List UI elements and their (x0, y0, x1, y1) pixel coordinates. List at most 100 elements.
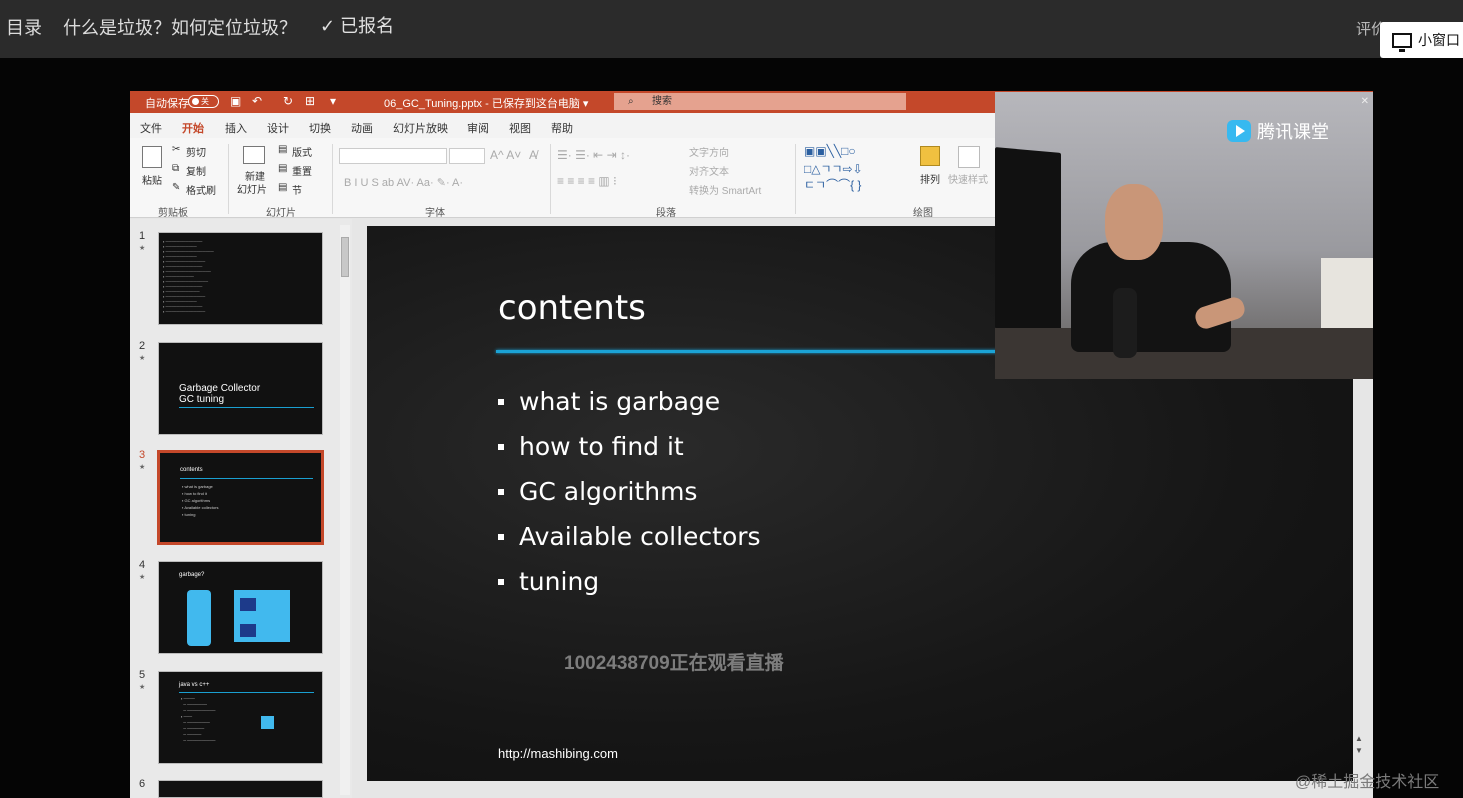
camera-books (1321, 258, 1373, 336)
divider (332, 144, 333, 214)
thumb-rule (180, 478, 313, 479)
smartart-button[interactable]: 转换为 SmartArt (689, 182, 761, 197)
thumb-bullet: Available collectors (184, 505, 219, 510)
slide-thumbnails-panel: 1 ★ ▪ ───────────── ▪ ─────────── ▪ ──────… (130, 219, 352, 798)
check-icon: ✓ (320, 16, 336, 36)
slide-thumbnail-2[interactable]: Garbage Collector GC tuning (158, 342, 323, 435)
file-name[interactable]: 06_GC_Tuning.pptx - 已保存到这台电脑 ▾ (384, 95, 588, 111)
new-slide-icon[interactable] (243, 146, 265, 164)
teacher-camera-feed[interactable]: 腾讯课堂 ✕ (995, 92, 1373, 379)
tab-slideshow[interactable]: 幻灯片放映 (393, 120, 448, 136)
course-top-bar: 目录 什么是垃圾？如何定位垃圾？ ✓ 已报名 评价 (0, 0, 1463, 58)
reset-icon[interactable]: ▤ (278, 163, 287, 174)
thumb-text-lines: ▪ ──── ─ ─────── ─ ────────── ▪ ─── ─ ───… (181, 696, 216, 743)
quick-styles-button[interactable]: 快速样式 (948, 171, 988, 186)
thumb-number: 1 (139, 230, 146, 242)
bullet-icon (498, 398, 504, 405)
catalog-link[interactable]: 目录 (6, 14, 42, 40)
slide-footer-url: http://mashibing.com (498, 746, 618, 761)
save-icon[interactable]: ▣ (230, 94, 241, 108)
slide-thumbnail-3[interactable]: contents ▪ what is garbage ▪ how to find… (157, 450, 324, 545)
format-painter-button[interactable]: 格式刷 (186, 182, 216, 197)
slide-thumbnail-4[interactable]: garbage? (158, 561, 323, 654)
tab-review[interactable]: 审阅 (467, 120, 489, 136)
registered-status: ✓ 已报名 (320, 12, 394, 38)
search-placeholder: 搜索 (652, 96, 672, 107)
copy-button[interactable]: 复制 (186, 163, 206, 178)
quick-styles-icon[interactable] (958, 146, 980, 168)
customize-icon[interactable]: ▾ (330, 94, 336, 108)
tab-home[interactable]: 开始 (182, 120, 204, 142)
slide-bullet-list: what is garbage how to find it GC algori… (498, 379, 761, 604)
bullet-text: GC algorithms (519, 477, 698, 506)
object-cell (240, 624, 256, 637)
slide-thumbnail-6[interactable] (158, 780, 323, 798)
tab-file[interactable]: 文件 (140, 120, 162, 136)
arrange-icon[interactable] (920, 146, 940, 166)
cut-icon[interactable]: ✂ (172, 144, 180, 155)
search-input[interactable]: ⌕ 搜索 (614, 93, 906, 110)
section-icon[interactable]: ▤ (278, 182, 287, 193)
paste-button[interactable]: 粘贴 (142, 172, 162, 187)
scroll-down-icon[interactable]: ▼ (1355, 746, 1363, 755)
shapes-gallery[interactable]: ▣▣╲╲□○ (804, 144, 856, 158)
font-style-icons[interactable]: B I U S ab AV· Aa· ✎· A· (344, 176, 463, 189)
scroll-up-icon[interactable]: ▲ (1355, 734, 1363, 743)
object-cell (240, 598, 256, 611)
shapes-gallery-row3[interactable]: ㄷㄱ⌒⌒{ } (804, 176, 861, 193)
paragraph-group-label: 段落 (656, 208, 676, 219)
layout-button[interactable]: 版式 (292, 144, 312, 159)
slide-thumbnail-1[interactable]: ▪ ───────────── ▪ ─────────── ▪ ──────────… (158, 232, 323, 325)
align-text-button[interactable]: 对齐文本 (689, 163, 729, 178)
slide-thumbnail-5[interactable]: java vs c++ ▪ ──── ─ ─────── ─ ─────────… (158, 671, 323, 764)
grow-font-icon[interactable]: A^ A˅ (490, 148, 521, 162)
undo-icon[interactable]: ↶ (252, 94, 262, 108)
align-icons[interactable]: ≡ ≡ ≡ ≡ ▥ ⁝ (557, 174, 617, 188)
site-watermark: @稀土掘金技术社区 (1295, 774, 1440, 791)
section-button[interactable]: 节 (292, 182, 302, 197)
list-icons[interactable]: ☰· ☰· ⇤ ⇥ ↕· (557, 148, 630, 162)
clear-format-icon[interactable]: A̸ (529, 148, 537, 162)
autosave-toggle[interactable]: 关 (188, 95, 219, 108)
copy-icon[interactable]: ⧉ (172, 163, 179, 174)
paste-icon[interactable] (142, 146, 162, 168)
thumb-text-lines: ▪ ───────────── ▪ ─────────── ▪ ──────────… (163, 239, 214, 314)
tab-help[interactable]: 帮助 (551, 120, 573, 136)
tab-insert[interactable]: 插入 (225, 120, 247, 136)
text-direction-button[interactable]: 文字方向 (689, 144, 729, 159)
bullet-item: what is garbage (498, 379, 761, 424)
font-size-field[interactable] (449, 148, 485, 164)
reset-button[interactable]: 重置 (292, 163, 312, 178)
thumb-number: 4 (139, 559, 146, 571)
bullet-icon (498, 488, 504, 495)
thumb-title: Garbage Collector (179, 383, 261, 394)
cut-button[interactable]: 剪切 (186, 144, 206, 159)
format-painter-icon[interactable]: ✎ (172, 182, 180, 193)
registered-label: 已报名 (340, 16, 395, 36)
bullet-text: tuning (519, 567, 600, 596)
lesson-title: 什么是垃圾？如何定位垃圾？ (63, 18, 297, 38)
font-name-field[interactable] (339, 148, 447, 164)
tab-view[interactable]: 视图 (509, 120, 531, 136)
tab-transitions[interactable]: 切换 (309, 120, 331, 136)
star-icon: ★ (139, 684, 146, 691)
redo-icon[interactable]: ↻ (283, 94, 293, 108)
thumbnails-scrollbar[interactable] (340, 225, 350, 795)
shapes-gallery-row2[interactable]: □△ㄱㄱ⇨⇩ (804, 160, 863, 177)
thumb-title: contents (180, 467, 203, 473)
play-icon (1227, 120, 1251, 142)
tab-design[interactable]: 设计 (267, 120, 289, 136)
bullet-text: how to find it (519, 432, 684, 461)
close-icon[interactable]: ✕ (1361, 96, 1369, 107)
divider (228, 144, 229, 214)
small-window-button[interactable]: 小窗口 (1380, 22, 1463, 58)
arrange-button[interactable]: 排列 (920, 171, 940, 186)
bullet-icon (498, 443, 504, 450)
scroll-thumb[interactable] (341, 237, 349, 277)
present-icon[interactable]: ⊞ (305, 94, 315, 108)
bullet-item: how to find it (498, 424, 761, 469)
tab-animations[interactable]: 动画 (351, 120, 373, 136)
new-slide-label[interactable]: 幻灯片 (237, 181, 267, 196)
layout-icon[interactable]: ▤ (278, 144, 287, 155)
thumb-bullet: how to find it (184, 491, 207, 496)
